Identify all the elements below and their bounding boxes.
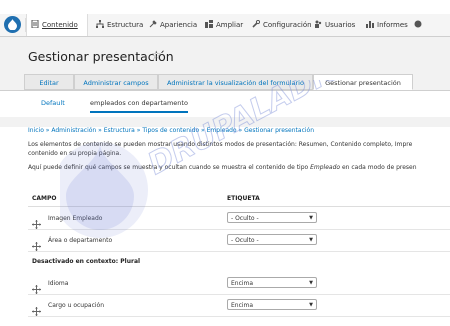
- field-name: Imagen Empleado: [48, 215, 103, 222]
- structure-icon: [96, 15, 104, 28]
- toolbar-item-extend[interactable]: Ampliar: [205, 14, 243, 36]
- drag-handle-icon[interactable]: [32, 279, 41, 294]
- table-row: Área o departamento - Oculto - ▼: [28, 229, 450, 252]
- toolbar-item-reports[interactable]: Informes: [366, 14, 408, 36]
- table-row: Imagen Empleado - Oculto - ▼: [28, 207, 450, 230]
- primary-tabs: Editar Administrar campos Administrar la…: [24, 74, 450, 90]
- tab-manage-display[interactable]: Gestionar presentación: [313, 74, 413, 90]
- label-select[interactable]: - Oculto - ▼: [227, 212, 317, 223]
- select-value: - Oculto -: [231, 215, 259, 222]
- subtab-employees-with-department[interactable]: empleados con departamento: [90, 99, 188, 113]
- description-text: en cada modo de presen: [340, 164, 417, 171]
- toolbar-item-label: Informes: [377, 21, 408, 29]
- toolbar-item-configuration[interactable]: Configuración: [252, 14, 312, 36]
- admin-toolbar: Contenido Estructura Apariencia Ampliar …: [0, 14, 450, 37]
- table-header: CAMPO ETIQUETA: [28, 192, 450, 207]
- secondary-tabs: Default empleados con departamento: [0, 90, 450, 117]
- label-select[interactable]: - Oculto - ▼: [227, 234, 317, 245]
- region-title: Desactivado en contexto: Plural: [28, 252, 450, 270]
- people-icon: [314, 15, 322, 28]
- dropdown-arrow-icon: ▼: [309, 237, 313, 243]
- toolbar-item-label: Ampliar: [216, 21, 244, 29]
- drag-handle-icon[interactable]: [32, 236, 41, 251]
- toolbar-item-label: Estructura: [107, 21, 144, 29]
- toolbar-item-appearance[interactable]: Apariencia: [149, 14, 197, 36]
- tab-edit[interactable]: Editar: [24, 74, 74, 90]
- column-header-label: ETIQUETA: [227, 195, 260, 202]
- drag-handle-icon[interactable]: [32, 301, 41, 316]
- field-name: Área o departamento: [48, 237, 113, 244]
- drag-handle-icon[interactable]: [32, 214, 41, 229]
- dropdown-arrow-icon: ▼: [309, 280, 313, 286]
- toolbar-item-label: Configuración: [263, 21, 312, 29]
- reports-icon: [366, 15, 374, 28]
- table-row: Cargo u ocupación Encima ▼: [28, 294, 450, 317]
- breadcrumb[interactable]: Inicio » Administración » Estructura » T…: [28, 127, 314, 134]
- select-value: Encima: [231, 302, 254, 309]
- content-icon: [31, 15, 39, 29]
- toolbar-item-content[interactable]: Contenido: [26, 14, 88, 36]
- label-select[interactable]: Encima ▼: [227, 299, 317, 310]
- toolbar-item-users[interactable]: Usuarios: [314, 14, 355, 36]
- field-name: Cargo u ocupación: [48, 302, 105, 309]
- description-line: Los elementos de contenido se pueden mos…: [28, 141, 413, 148]
- toolbar-item-help[interactable]: [414, 14, 425, 36]
- description-text: Aquí puede definir qué campos se muestra…: [28, 164, 311, 171]
- label-select[interactable]: Encima ▼: [227, 277, 317, 288]
- dropdown-arrow-icon: ▼: [309, 215, 313, 221]
- extend-icon: [205, 15, 213, 28]
- toolbar-item-label: Apariencia: [160, 21, 198, 29]
- tab-manage-fields[interactable]: Administrar campos: [74, 74, 158, 90]
- description-line: Aquí puede definir qué campos se muestra…: [28, 163, 417, 172]
- toolbar-item-label: Contenido: [42, 21, 78, 29]
- select-value: - Oculto -: [231, 237, 259, 244]
- subtab-default[interactable]: Default: [41, 99, 65, 107]
- drupal-logo-icon[interactable]: [4, 16, 21, 33]
- tab-manage-form-display[interactable]: Administrar la visualización del formula…: [158, 74, 313, 90]
- column-header-field: CAMPO: [32, 195, 57, 202]
- table-row: Idioma Encima ▼: [28, 272, 450, 295]
- star-icon[interactable]: ☆: [151, 48, 162, 62]
- help-icon: [414, 15, 422, 28]
- toolbar-item-structure[interactable]: Estructura: [96, 14, 143, 36]
- toolbar-item-label: Usuarios: [325, 21, 356, 29]
- description-emphasis: Empleado: [310, 164, 341, 171]
- select-value: Encima: [231, 280, 254, 287]
- wrench-icon: [252, 15, 261, 28]
- appearance-icon: [149, 15, 157, 28]
- description-line: contenido en su propia página.: [28, 150, 122, 157]
- field-name: Idioma: [48, 280, 69, 287]
- region-label: Desactivado en contexto: Plural: [32, 258, 141, 265]
- dropdown-arrow-icon: ▼: [309, 302, 313, 308]
